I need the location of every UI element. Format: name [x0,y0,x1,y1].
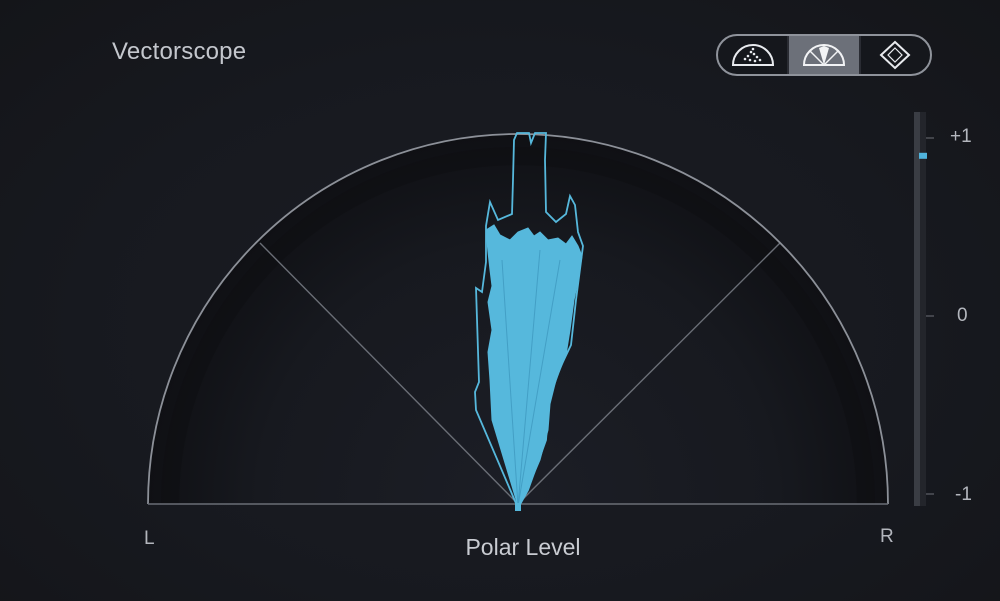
origin-marker [515,503,521,511]
correlation-indicator [919,152,927,159]
correlation-meter-track [914,112,920,506]
right-channel-label: R [880,526,894,547]
scope-mode-label: Polar Level [465,534,581,560]
correlation-top-label: +1 [950,126,972,147]
vectorscope-panel: Vectorscope L R Polar Level +1 0 -1 [0,0,1000,601]
vectorscope-display [147,112,934,511]
left-channel-label: L [144,528,155,549]
correlation-bottom-label: -1 [955,484,972,505]
correlation-mid-label: 0 [957,305,968,326]
